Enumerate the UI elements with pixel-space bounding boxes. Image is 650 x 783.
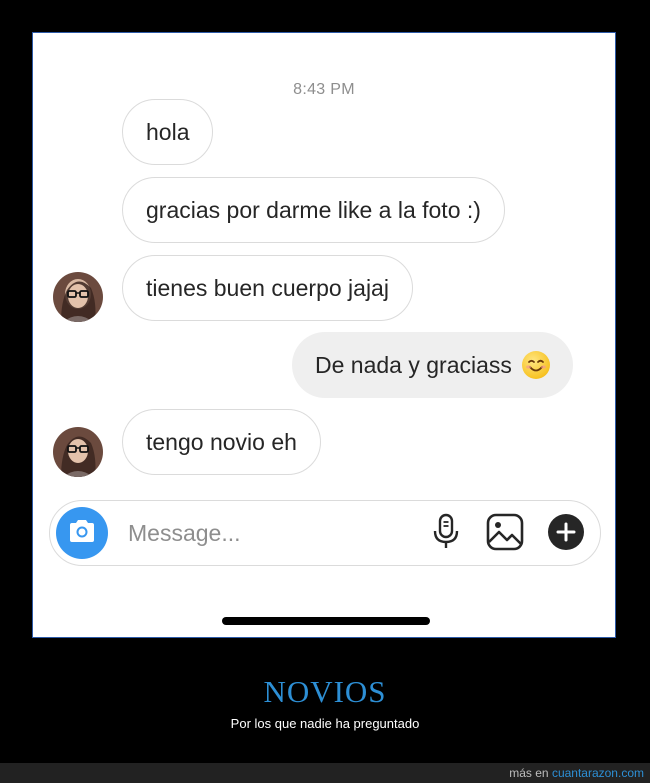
site-footer: más en cuantarazon.com	[0, 763, 650, 783]
message-composer[interactable]: Message...	[49, 500, 601, 566]
camera-button[interactable]	[56, 507, 108, 559]
home-indicator[interactable]	[222, 617, 430, 625]
message-bubble-received[interactable]: tienes buen cuerpo jajaj	[122, 255, 413, 321]
caption-subtitle: Por los que nadie ha preguntado	[230, 716, 420, 731]
message-input[interactable]: Message...	[128, 520, 241, 547]
plus-button[interactable]	[547, 513, 585, 556]
chat-screenshot: 8:43 PM hola gracias por darme like a la…	[32, 32, 616, 638]
microphone-icon	[431, 513, 461, 556]
contact-avatar[interactable]	[53, 272, 103, 322]
gallery-button[interactable]	[486, 513, 524, 556]
message-timestamp: 8:43 PM	[293, 81, 355, 98]
message-bubble-sent[interactable]: De nada y graciass	[292, 332, 573, 398]
camera-icon	[67, 518, 97, 549]
footer-site-link[interactable]: cuantarazon.com	[552, 766, 644, 780]
sent-message-text: De nada y graciass	[315, 351, 512, 378]
gallery-icon	[486, 513, 524, 556]
footer-prefix: más en	[509, 766, 549, 780]
contact-avatar[interactable]	[53, 427, 103, 477]
plus-icon	[547, 513, 585, 556]
caption-title: NOVIOS	[263, 674, 387, 709]
message-bubble-received[interactable]: hola	[122, 99, 214, 165]
microphone-button[interactable]	[427, 513, 465, 556]
message-bubble-received[interactable]: gracias por darme like a la foto :)	[122, 177, 505, 243]
smiling-face-emoji-icon	[521, 351, 550, 379]
message-bubble-received[interactable]: tengo novio eh	[122, 409, 321, 475]
